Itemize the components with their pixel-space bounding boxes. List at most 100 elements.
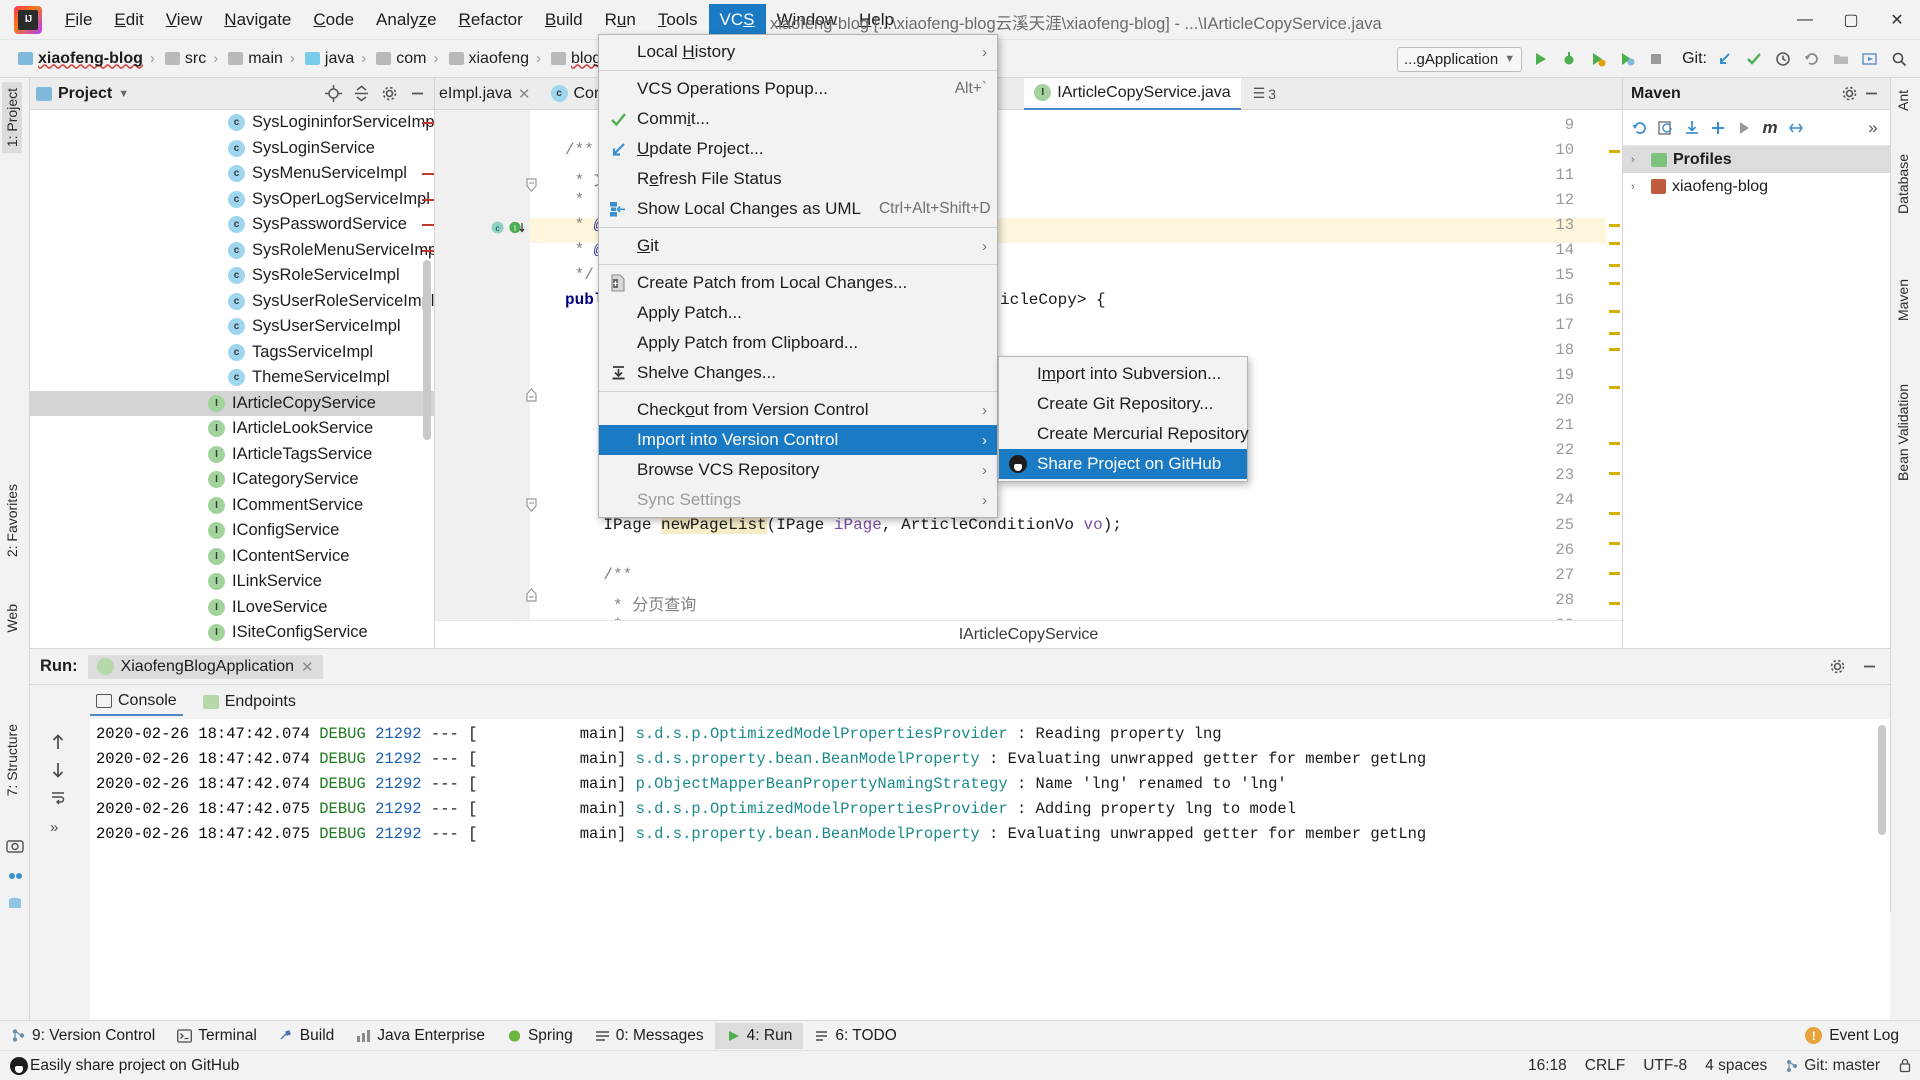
open-in-browser-icon[interactable] [1859,48,1881,70]
tree-item[interactable]: c TagsServiceImpl [30,340,434,366]
update-project-icon[interactable] [1714,48,1736,70]
maven-row-project[interactable]: › xiaofeng-blog [1623,173,1890,200]
minimize-button[interactable]: — [1782,0,1828,40]
hide-panel-icon[interactable] [406,83,428,105]
tree-item[interactable]: c ThemeServiceImpl [30,365,434,391]
bottom-tab-spring[interactable]: Spring [496,1023,584,1049]
menu-item-commit[interactable]: Commit... [599,104,997,134]
tree-item[interactable]: I ICommentService [30,493,434,519]
menu-item-git[interactable]: Git › [599,231,997,261]
editor-tab-badge[interactable]: ☰ 3 [1253,85,1276,102]
debug-button[interactable] [1558,48,1580,70]
status-indent[interactable]: 4 spaces [1705,1057,1767,1075]
breadcrumb-item-3[interactable]: java › [297,50,368,68]
collapse-all-icon[interactable] [350,83,372,105]
tool-tab-web[interactable]: Web [2,598,22,639]
tool-tab-structure[interactable]: 7: Structure [2,718,22,802]
menu-item-import-into-version-control[interactable]: Import into Version Control › [599,425,997,455]
tree-item[interactable]: c SysLogininforServiceImpl [30,110,434,136]
run-with-coverage-button[interactable] [1587,48,1609,70]
tree-item[interactable]: c SysLoginService [30,136,434,162]
event-log-button[interactable]: ! Event Log [1794,1023,1910,1049]
project-tree-scrollbar[interactable] [423,260,431,440]
breadcrumb-item-4[interactable]: com › [368,50,440,68]
tree-item[interactable]: I IArticleLookService [30,416,434,442]
download-sources-icon[interactable] [1681,117,1703,139]
breadcrumb-item-2[interactable]: main › [220,50,297,68]
tree-item[interactable]: c SysUserRoleServiceImpl [30,289,434,315]
menu-build[interactable]: Build [534,4,594,36]
menu-item-update-project[interactable]: Update Project... [599,134,997,164]
tree-item[interactable]: c SysRoleMenuServiceImpl [30,238,434,264]
project-panel-title[interactable]: Project ▼ [36,85,129,103]
menu-item-checkout-from-version-control[interactable]: Checkout from Version Control › [599,395,997,425]
menu-vcs[interactable]: VCS [708,3,766,36]
menu-item-show-local-changes-as-uml[interactable]: Show Local Changes as UML Ctrl+Alt+Shift+… [599,194,997,224]
status-encoding[interactable]: UTF-8 [1643,1057,1687,1075]
tree-item[interactable]: c SysPasswordService [30,212,434,238]
commit-icon[interactable] [1743,48,1765,70]
tree-item[interactable]: c SysMenuServiceImpl [30,161,434,187]
generate-sources-icon[interactable] [1655,117,1677,139]
code-line[interactable]: IPage newPageList(IPage iPage, ArticleCo… [565,516,1122,534]
gutter-implemented-icon[interactable]: c [490,220,505,235]
chevron-right-icon[interactable]: › [1631,181,1645,193]
rollback-icon[interactable] [1801,48,1823,70]
menu-view[interactable]: View [155,4,214,36]
editor-gutter[interactable] [435,110,530,620]
settings-gear-icon[interactable] [378,83,400,105]
lock-icon[interactable] [1898,1058,1912,1073]
breadcrumb-item-5[interactable]: xiaofeng › [441,50,544,68]
menu-edit[interactable]: Edit [103,4,154,36]
reimport-icon[interactable] [1629,117,1651,139]
toggle-skip-tests-icon[interactable] [1785,117,1807,139]
gutter-override-icon[interactable]: I [509,220,525,235]
fold-handle-icon[interactable] [525,178,538,192]
menu-item-create-patch-from-local-changes[interactable]: Create Patch from Local Changes... [599,268,997,298]
tool-tab-database[interactable]: Database [1893,148,1913,220]
tree-item[interactable]: I IArticleTagsService [30,442,434,468]
history-icon[interactable] [1772,48,1794,70]
submenu-item-import-into-subversion[interactable]: Import into Subversion... [999,359,1247,389]
tree-item[interactable]: c SysRoleServiceImpl [30,263,434,289]
maximize-button[interactable]: ▢ [1828,0,1874,40]
tree-item[interactable]: I IConfigService [30,518,434,544]
tool-tab-maven[interactable]: Maven [1893,273,1913,327]
breadcrumb-item-1[interactable]: src › [157,50,220,68]
menu-item-apply-patch-from-clipboard[interactable]: Apply Patch from Clipboard... [599,328,997,358]
maven-m-icon[interactable]: m [1759,117,1781,139]
tool-tab-favorites[interactable]: 2: Favorites [2,478,22,563]
close-button[interactable]: ✕ [1874,0,1920,40]
menu-analyze[interactable]: Analyze [365,4,448,36]
locate-file-icon[interactable] [322,83,344,105]
vcs-dropdown-menu[interactable]: Local History › VCS Operations Popup... Alt… [598,34,998,518]
search-icon[interactable] [1888,48,1910,70]
bottom-tab-java-enterprise[interactable]: Java Enterprise [345,1023,496,1049]
menu-navigate[interactable]: Navigate [213,4,302,36]
profile-button[interactable] [1616,48,1638,70]
code-line[interactable]: */ [565,266,594,284]
breadcrumb-item-0[interactable]: xiaofeng-blog › [10,50,157,68]
endpoints-tab[interactable]: Endpoints [197,689,302,715]
bottom-tab-messages[interactable]: 0: Messages [584,1023,715,1049]
tool-tab-bean-validation[interactable]: Bean Validation [1893,378,1913,487]
run-configuration-selector[interactable]: ...gApplication ▼ [1396,46,1523,72]
menu-tools[interactable]: Tools [647,4,709,36]
editor-marker-bar[interactable] [1606,142,1622,605]
add-maven-project-icon[interactable] [1707,117,1729,139]
settings-gear-icon[interactable] [1826,656,1848,678]
menu-file[interactable]: File [54,4,103,36]
open-file-icon[interactable] [1830,48,1852,70]
tree-item[interactable]: I IContentService [30,544,434,570]
close-icon[interactable]: ✕ [518,85,531,103]
hide-panel-icon[interactable] [1858,656,1880,678]
menu-refactor[interactable]: Refactor [448,4,534,36]
submenu-item-create-mercurial-repository[interactable]: Create Mercurial Repository [999,419,1249,449]
chevron-down-icon[interactable]: ▼ [118,88,129,100]
tree-item[interactable]: c SysOperLogServiceImpl [30,187,434,213]
bottom-tab-run[interactable]: 4: Run [714,1022,804,1049]
menu-item-vcs-operations-popup[interactable]: VCS Operations Popup... Alt+` [599,74,997,104]
code-line[interactable]: * [565,191,585,209]
menu-item-browse-vcs-repository[interactable]: Browse VCS Repository › [599,455,997,485]
hide-panel-icon[interactable] [1860,83,1882,105]
